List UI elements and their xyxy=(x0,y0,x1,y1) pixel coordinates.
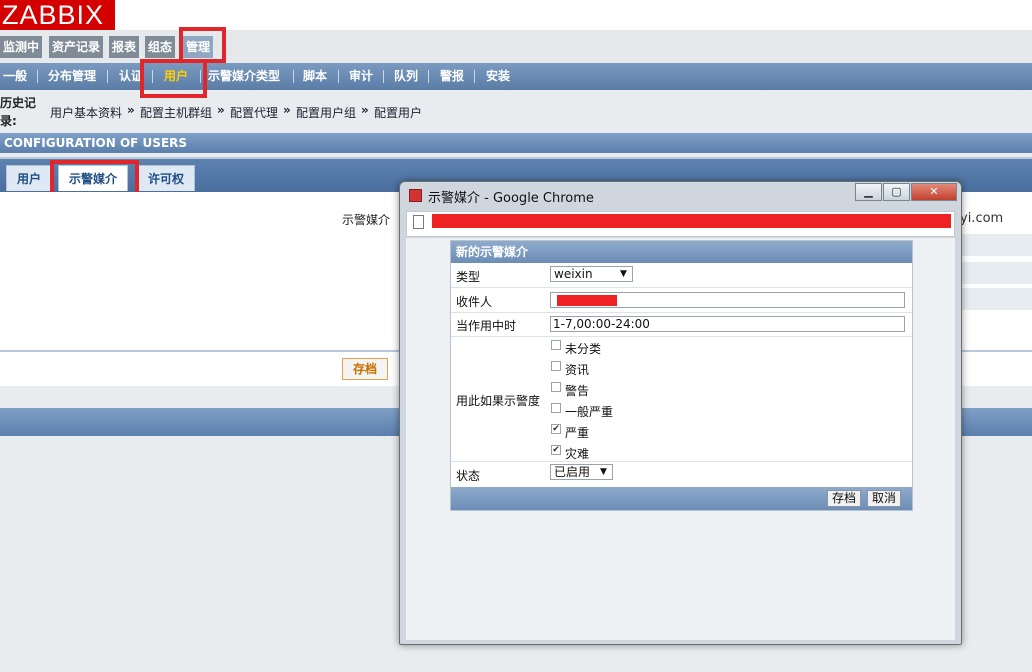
severity-checkbox-not-classified[interactable] xyxy=(551,340,561,350)
chevron-down-icon: ▼ xyxy=(600,467,607,477)
row-divider xyxy=(451,312,912,313)
type-label: 类型 xyxy=(456,270,481,284)
page-icon xyxy=(413,215,424,229)
severity-label: 用此如果示警度 xyxy=(456,394,541,408)
menu-divider xyxy=(293,70,294,83)
severity-label-information: 资讯 xyxy=(565,363,590,377)
sub-menu-installation[interactable]: 安装 xyxy=(486,63,510,90)
main-menu-reports[interactable]: 报表 xyxy=(109,36,140,58)
tab-user[interactable]: 用户 xyxy=(6,165,53,191)
breadcrumb-arrow: » xyxy=(283,103,291,117)
severity-checkbox-high[interactable]: ✔ xyxy=(551,424,561,434)
breadcrumb-users[interactable]: 配置用户 xyxy=(374,104,422,121)
severity-label-not-classified: 未分类 xyxy=(565,342,602,356)
severity-label-high: 严重 xyxy=(565,426,590,440)
highlight-box-admin xyxy=(179,27,226,63)
menu-divider xyxy=(338,70,339,83)
media-value-tail: yi.com xyxy=(960,211,1004,226)
breadcrumb-arrow: » xyxy=(361,103,369,117)
menu-divider xyxy=(383,70,384,83)
sub-menu-queue[interactable]: 队列 xyxy=(394,63,418,90)
status-select-value: 已启用 xyxy=(554,465,591,479)
row-divider xyxy=(451,336,912,337)
new-media-form xyxy=(450,240,913,511)
breadcrumb-proxies[interactable]: 配置代理 xyxy=(230,104,278,121)
save-button[interactable]: 存档 xyxy=(342,358,389,380)
popup-title: 示警媒介 - Google Chrome xyxy=(428,191,594,206)
media-row-strip xyxy=(960,288,1032,310)
menu-divider xyxy=(474,70,475,83)
history-label: 历史记录: xyxy=(0,96,37,128)
chevron-down-icon: ▼ xyxy=(620,269,627,279)
sub-menu-audit[interactable]: 审计 xyxy=(349,63,373,90)
form-title: 新的示警媒介 xyxy=(451,241,912,263)
menu-divider xyxy=(37,70,38,83)
menu-divider xyxy=(107,70,108,83)
media-row-strip xyxy=(960,234,1032,256)
maximize-icon[interactable]: ▢ xyxy=(883,183,910,201)
sub-menu-media-types[interactable]: 示警媒介类型 xyxy=(208,63,280,90)
severity-checkbox-information[interactable] xyxy=(551,361,561,371)
sub-menu-notifications[interactable]: 警报 xyxy=(440,63,464,90)
breadcrumb-arrow: » xyxy=(127,103,135,117)
zabbix-favicon-icon xyxy=(409,189,422,202)
redacted-url xyxy=(432,214,951,228)
highlight-box-users xyxy=(140,59,207,98)
media-label: 示警媒介 xyxy=(341,213,390,227)
main-menu-inventory[interactable]: 资产记录 xyxy=(49,36,104,58)
minimize-icon[interactable]: ▁ xyxy=(855,183,882,201)
row-divider xyxy=(451,287,912,288)
breadcrumb-arrow: » xyxy=(217,103,225,117)
zabbix-logo[interactable]: ZABBIX xyxy=(0,0,115,30)
status-label: 状态 xyxy=(456,469,481,483)
severity-label-warning: 警告 xyxy=(565,384,590,398)
tab-permissions[interactable]: 许可权 xyxy=(137,165,196,191)
severity-label-disaster: 灾难 xyxy=(565,447,590,461)
recipient-label: 收件人 xyxy=(456,295,493,309)
redacted-recipient xyxy=(557,295,617,306)
popup-save-button[interactable]: 存档 xyxy=(827,490,862,507)
sub-menu-dm[interactable]: 分布管理 xyxy=(48,63,96,90)
breadcrumb-user-profile[interactable]: 用户基本资料 xyxy=(50,104,122,121)
breadcrumb-user-groups[interactable]: 配置用户组 xyxy=(296,104,356,121)
active-period-input[interactable]: 1-7,00:00-24:00 xyxy=(550,316,905,332)
active-period-label: 当作用中时 xyxy=(456,319,517,333)
severity-checkbox-disaster[interactable]: ✔ xyxy=(551,445,561,455)
severity-checkbox-average[interactable] xyxy=(551,403,561,413)
breadcrumb-host-groups[interactable]: 配置主机群组 xyxy=(140,104,212,121)
sub-menu-scripts[interactable]: 脚本 xyxy=(303,63,327,90)
severity-label-average: 一般严重 xyxy=(565,405,614,419)
menu-divider xyxy=(428,70,429,83)
severity-checkbox-warning[interactable] xyxy=(551,382,561,392)
row-divider xyxy=(451,461,912,462)
top-band xyxy=(0,0,1032,30)
type-select-value: weixin xyxy=(554,267,593,281)
popup-cancel-button[interactable]: 取消 xyxy=(867,490,902,507)
close-icon[interactable]: ✕ xyxy=(911,183,957,201)
media-row-strip xyxy=(960,262,1032,284)
sub-menu-general[interactable]: 一般 xyxy=(3,63,27,90)
main-menu-configuration[interactable]: 组态 xyxy=(145,36,176,58)
main-menu-monitoring[interactable]: 监测中 xyxy=(0,36,43,58)
section-title: CONFIGURATION OF USERS xyxy=(0,133,1032,153)
